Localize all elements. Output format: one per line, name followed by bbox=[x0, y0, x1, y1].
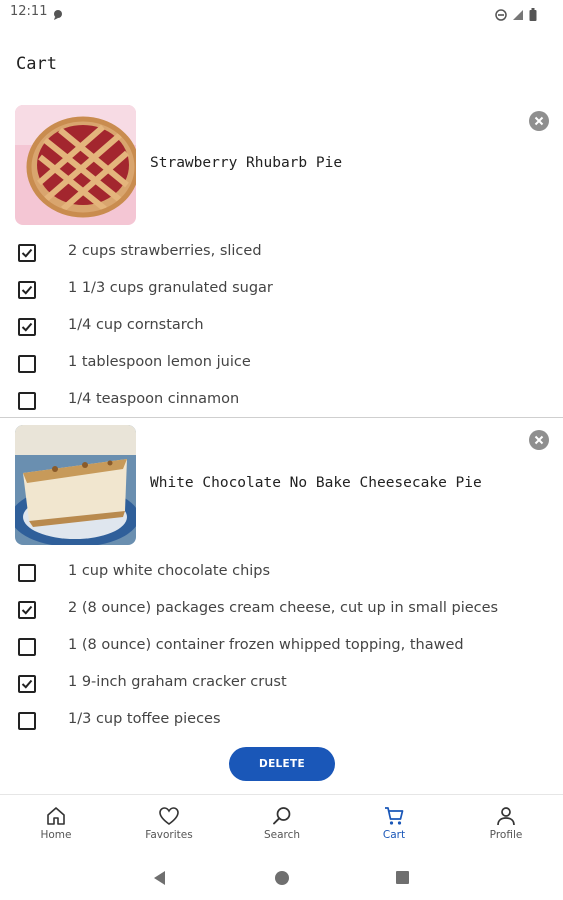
ingredient-label: 1 1/3 cups granulated sugar bbox=[68, 280, 273, 296]
ingredient-checkbox[interactable] bbox=[18, 281, 36, 299]
ingredient-label: 1/4 cup cornstarch bbox=[68, 317, 204, 333]
ingredient-checkbox[interactable] bbox=[18, 712, 36, 730]
recipe-image-white-chocolate-cheesecake-pie bbox=[15, 425, 136, 545]
nav-label: Cart bbox=[382, 829, 406, 841]
bottom-navigation: Home Favorites Search Cart Profile bbox=[0, 794, 563, 855]
status-time: 12:11 bbox=[10, 4, 48, 19]
ingredient-row[interactable]: 1/4 cup cornstarch bbox=[0, 309, 563, 346]
recipe-image-strawberry-rhubarb-pie bbox=[15, 105, 136, 225]
cart-icon bbox=[385, 807, 404, 825]
remove-recipe-button[interactable] bbox=[529, 430, 549, 450]
recents-icon[interactable] bbox=[395, 870, 410, 885]
status-icons bbox=[495, 6, 537, 25]
notification-icon bbox=[52, 6, 64, 25]
heart-icon bbox=[159, 807, 179, 825]
ingredient-checkbox[interactable] bbox=[18, 675, 36, 693]
ingredient-row[interactable]: 2 (8 ounce) packages cream cheese, cut u… bbox=[0, 592, 563, 629]
nav-label: Home bbox=[40, 829, 72, 841]
ingredient-row[interactable]: 1/4 teaspoon cinnamon bbox=[0, 383, 563, 420]
recipe-divider bbox=[0, 417, 563, 418]
ingredient-row[interactable]: 1/3 cup toffee pieces bbox=[0, 703, 563, 740]
status-bar: 12:11 bbox=[0, 0, 563, 26]
ingredient-checkbox[interactable] bbox=[18, 564, 36, 582]
nav-item-home[interactable]: Home bbox=[11, 805, 101, 841]
ingredient-label: 1 tablespoon lemon juice bbox=[68, 354, 251, 370]
home-icon bbox=[47, 807, 65, 825]
search-icon bbox=[273, 807, 291, 825]
ingredient-row[interactable]: 2 cups strawberries, sliced bbox=[0, 235, 563, 272]
ingredient-row[interactable]: 1 1/3 cups granulated sugar bbox=[0, 272, 563, 309]
do-not-disturb-icon bbox=[495, 6, 507, 25]
close-icon bbox=[534, 116, 544, 126]
ingredient-row[interactable]: 1 9-inch graham cracker crust bbox=[0, 666, 563, 703]
signal-icon bbox=[512, 6, 524, 25]
nav-label: Favorites bbox=[145, 829, 193, 841]
ingredient-checkbox[interactable] bbox=[18, 244, 36, 262]
page-title: Cart bbox=[16, 54, 57, 74]
home-circle-icon[interactable] bbox=[274, 870, 290, 886]
nav-item-profile[interactable]: Profile bbox=[461, 805, 551, 841]
ingredient-row[interactable]: 1 tablespoon lemon juice bbox=[0, 346, 563, 383]
ingredient-label: 1/3 cup toffee pieces bbox=[68, 711, 221, 727]
back-icon[interactable] bbox=[153, 870, 167, 886]
ingredient-row[interactable]: 1 (8 ounce) container frozen whipped top… bbox=[0, 629, 563, 666]
nav-item-search[interactable]: Search bbox=[237, 805, 327, 841]
ingredient-checkbox[interactable] bbox=[18, 392, 36, 410]
person-icon bbox=[497, 807, 515, 826]
recipe-title: White Chocolate No Bake Cheesecake Pie bbox=[150, 475, 482, 491]
ingredient-label: 2 cups strawberries, sliced bbox=[68, 243, 262, 259]
ingredient-label: 1 cup white chocolate chips bbox=[68, 563, 271, 579]
ingredient-checkbox[interactable] bbox=[18, 355, 36, 373]
system-navigation-bar bbox=[0, 856, 563, 900]
ingredient-checkbox[interactable] bbox=[18, 601, 36, 619]
ingredient-checkbox[interactable] bbox=[18, 638, 36, 656]
ingredient-checkbox[interactable] bbox=[18, 318, 36, 336]
nav-item-favorites[interactable]: Favorites bbox=[124, 805, 214, 841]
recipe-title: Strawberry Rhubarb Pie bbox=[150, 155, 343, 171]
ingredient-label: 1/4 teaspoon cinnamon bbox=[68, 391, 240, 407]
ingredient-row[interactable]: 1 cup white chocolate chips bbox=[0, 555, 563, 592]
battery-icon bbox=[529, 6, 537, 25]
remove-recipe-button[interactable] bbox=[529, 111, 549, 131]
ingredient-label: 1 (8 ounce) container frozen whipped top… bbox=[68, 637, 464, 653]
ingredient-label: 1 9-inch graham cracker crust bbox=[68, 674, 287, 690]
close-icon bbox=[534, 435, 544, 445]
ingredient-label: 2 (8 ounce) packages cream cheese, cut u… bbox=[68, 600, 499, 616]
nav-label: Profile bbox=[489, 829, 523, 841]
nav-item-cart[interactable]: Cart bbox=[349, 805, 439, 841]
nav-label: Search bbox=[263, 829, 301, 841]
delete-button[interactable]: DELETE bbox=[229, 747, 335, 781]
